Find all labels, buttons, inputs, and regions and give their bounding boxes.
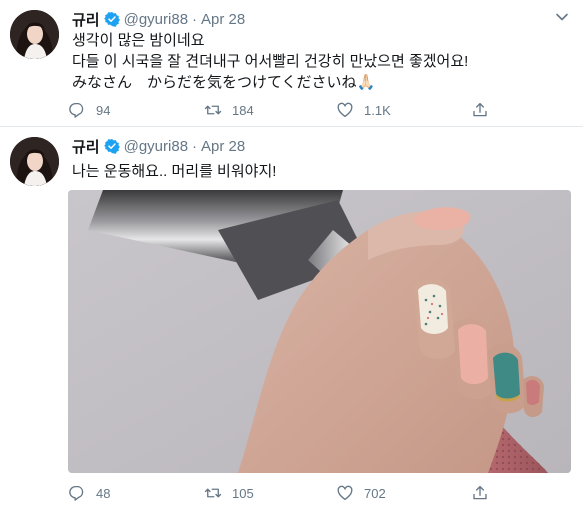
tweet[interactable]: 규리 @gyuri88 · Apr 28 생각이 많은 밤이네요 다들 이 시국…	[0, 0, 583, 126]
reply-count: 94	[96, 102, 111, 118]
heart-icon	[337, 102, 353, 118]
like-count: 1.1K	[364, 102, 391, 118]
user-handle[interactable]: @gyuri88	[124, 11, 188, 28]
share-icon	[473, 102, 487, 117]
reply-icon	[69, 485, 84, 501]
like-count: 702	[364, 485, 386, 501]
chevron-down-icon[interactable]	[555, 10, 569, 24]
retweet-button[interactable]: 184	[204, 100, 254, 120]
heart-icon	[337, 485, 353, 501]
reply-button[interactable]: 48	[68, 483, 110, 503]
tweet-header: 규리 @gyuri88 · Apr 28	[72, 9, 245, 29]
verified-badge-icon	[103, 139, 120, 154]
like-button[interactable]: 702	[336, 483, 386, 503]
user-handle[interactable]: @gyuri88	[124, 138, 188, 155]
photo-hand-holding-dumbbell	[68, 190, 571, 473]
like-button[interactable]: 1.1K	[336, 100, 391, 120]
share-icon	[473, 485, 487, 500]
tweet-text-line: みなさん からだを気をつけてくださいね🙏🏻	[72, 74, 376, 91]
tweet-text-line: 생각이 많은 밤이네요	[72, 32, 205, 49]
retweet-icon	[204, 105, 222, 115]
separator-dot: ·	[192, 137, 198, 155]
verified-badge-icon	[103, 12, 120, 27]
tweet-photo[interactable]	[68, 190, 571, 473]
tweet-text-line: 다들 이 시국을 잘 견뎌내구 어서빨리 건강히 만났으면 좋겠어요!	[72, 53, 469, 70]
separator-dot: ·	[192, 10, 198, 28]
share-button[interactable]	[471, 483, 499, 503]
display-name[interactable]: 규리	[72, 136, 100, 157]
tweet-actions: 48 105 702	[68, 483, 568, 503]
tweet-actions: 94 184 1.1K	[68, 100, 568, 120]
tweet[interactable]: 규리 @gyuri88 · Apr 28 나는 운동해요.. 머리를 비워야지!	[0, 127, 583, 514]
reply-button[interactable]: 94	[68, 100, 110, 120]
reply-icon	[69, 102, 84, 118]
retweet-count: 105	[232, 485, 254, 501]
tweet-header: 규리 @gyuri88 · Apr 28	[72, 136, 245, 156]
tweet-date[interactable]: Apr 28	[201, 138, 245, 155]
share-button[interactable]	[471, 100, 499, 120]
tweet-text-line: 나는 운동해요.. 머리를 비워야지!	[72, 163, 277, 180]
avatar[interactable]	[10, 10, 59, 59]
reply-count: 48	[96, 485, 111, 501]
avatar[interactable]	[10, 137, 59, 186]
retweet-count: 184	[232, 102, 254, 118]
retweet-button[interactable]: 105	[204, 483, 254, 503]
display-name[interactable]: 규리	[72, 9, 100, 30]
retweet-icon	[204, 488, 222, 498]
tweet-date[interactable]: Apr 28	[201, 11, 245, 28]
